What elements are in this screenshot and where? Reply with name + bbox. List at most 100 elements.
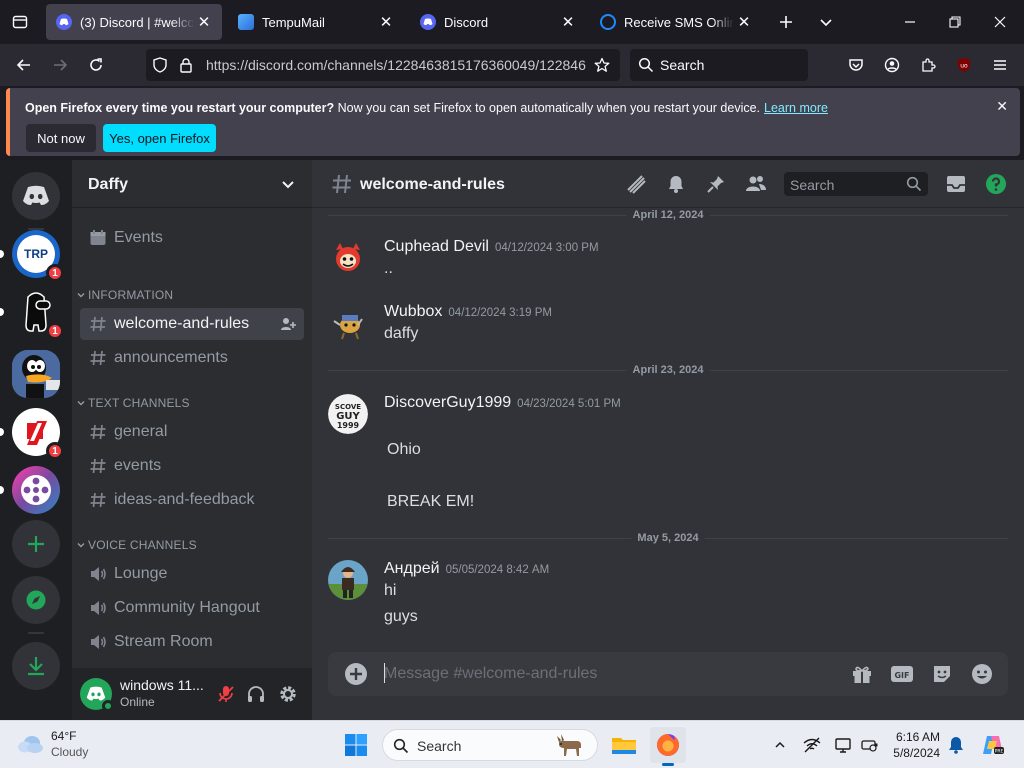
ublock-icon[interactable]: uo bbox=[952, 53, 976, 77]
minimize-window-icon[interactable] bbox=[898, 10, 922, 34]
message-composer[interactable]: Message #welcome-and-rules GIF bbox=[328, 652, 1008, 696]
reload-icon[interactable] bbox=[84, 53, 108, 77]
explore-servers-button[interactable] bbox=[12, 576, 60, 624]
notification-bell-icon[interactable] bbox=[946, 735, 966, 755]
avatar[interactable] bbox=[328, 303, 368, 343]
channel-sidebar: Daffy Events INFORMATION welcome-and-rul… bbox=[72, 160, 312, 720]
close-tab-icon[interactable]: ✕ bbox=[558, 12, 578, 32]
copilot-icon[interactable]: PRE bbox=[980, 732, 1006, 758]
channel-announcements[interactable]: announcements bbox=[80, 342, 304, 374]
avatar[interactable] bbox=[80, 678, 114, 712]
taskbar-search-input[interactable]: Search bbox=[382, 729, 598, 761]
server-red[interactable]: 1 bbox=[0, 408, 64, 460]
back-icon[interactable] bbox=[12, 53, 36, 77]
lock-icon[interactable] bbox=[178, 57, 194, 73]
browser-search-bar[interactable]: Search bbox=[630, 49, 808, 81]
chat-search-input[interactable]: Search bbox=[784, 172, 928, 196]
download-apps-button[interactable] bbox=[12, 642, 60, 690]
category-information[interactable]: INFORMATION bbox=[76, 288, 173, 302]
browser-tab-discord-welcome[interactable]: (3) Discord | #welcome-and-rules | Daffy… bbox=[46, 4, 222, 40]
author-name[interactable]: Cuphead Devil bbox=[384, 238, 489, 255]
create-invite-icon[interactable] bbox=[280, 316, 296, 332]
author-name[interactable]: DiscoverGuy1999 bbox=[384, 394, 511, 411]
help-icon[interactable] bbox=[984, 172, 1008, 196]
network-offline-icon[interactable] bbox=[802, 735, 822, 755]
emoji-icon[interactable] bbox=[970, 662, 994, 686]
learn-more-link[interactable]: Learn more bbox=[764, 101, 828, 115]
voice-channel-stream-room[interactable]: Stream Room bbox=[80, 626, 304, 658]
sticker-icon[interactable] bbox=[930, 662, 954, 686]
channel-events[interactable]: events bbox=[80, 450, 304, 482]
weather-widget[interactable]: 64°F Cloudy bbox=[14, 729, 104, 761]
account-icon[interactable] bbox=[880, 53, 904, 77]
avatar[interactable] bbox=[328, 238, 368, 278]
author-name[interactable]: Wubbox bbox=[384, 303, 442, 320]
message-author[interactable]: DiscoverGuy1999 04/23/2024 5:01 PM bbox=[384, 394, 621, 412]
file-explorer-icon[interactable] bbox=[606, 727, 642, 763]
category-voice-channels[interactable]: VOICE CHANNELS bbox=[76, 538, 197, 552]
gear-icon[interactable] bbox=[276, 682, 300, 706]
chevron-down-icon[interactable] bbox=[814, 10, 838, 34]
server-trp[interactable]: TRP 1 bbox=[0, 230, 64, 282]
message-author[interactable]: Wubbox 04/12/2024 3:19 PM bbox=[384, 303, 552, 321]
not-now-button[interactable]: Not now bbox=[26, 124, 96, 152]
avatar[interactable]: SCOVE GUY 1999 bbox=[328, 394, 368, 434]
shield-icon[interactable] bbox=[152, 57, 168, 73]
server-film[interactable] bbox=[0, 466, 60, 514]
pin-icon[interactable] bbox=[704, 172, 728, 196]
guild-header[interactable]: Daffy bbox=[72, 160, 312, 208]
close-icon[interactable]: ✕ bbox=[996, 98, 1008, 115]
upload-plus-icon[interactable] bbox=[344, 662, 368, 686]
server-daffy[interactable] bbox=[12, 350, 60, 398]
new-tab-icon[interactable] bbox=[774, 10, 798, 34]
close-window-icon[interactable] bbox=[988, 10, 1012, 34]
notification-bell-icon[interactable] bbox=[664, 172, 688, 196]
message-author[interactable]: Cuphead Devil 04/12/2024 3:00 PM bbox=[384, 238, 599, 256]
threads-icon[interactable] bbox=[624, 172, 648, 196]
voice-channel-lounge[interactable]: Lounge bbox=[80, 558, 304, 590]
close-tab-icon[interactable]: ✕ bbox=[194, 12, 214, 32]
add-server-button[interactable] bbox=[12, 520, 60, 568]
discord-logo-icon bbox=[22, 185, 50, 207]
events-item[interactable]: Events bbox=[80, 222, 304, 254]
pocket-icon[interactable] bbox=[844, 53, 868, 77]
display-icon[interactable] bbox=[834, 735, 854, 755]
search-placeholder: Search bbox=[660, 57, 705, 73]
gift-icon[interactable] bbox=[850, 662, 874, 686]
voice-channel-community-hangout[interactable]: Community Hangout bbox=[80, 592, 304, 624]
bookmark-star-icon[interactable] bbox=[594, 57, 610, 73]
close-tab-icon[interactable]: ✕ bbox=[376, 12, 396, 32]
mute-microphone-icon[interactable] bbox=[214, 682, 238, 706]
close-tab-icon[interactable]: ✕ bbox=[734, 12, 754, 32]
menu-icon[interactable] bbox=[988, 53, 1012, 77]
channel-welcome-and-rules[interactable]: welcome-and-rules bbox=[80, 308, 304, 340]
category-text-channels[interactable]: TEXT CHANNELS bbox=[76, 396, 190, 410]
browser-tab-tempumail[interactable]: TempuMail ✕ bbox=[228, 4, 404, 40]
inbox-icon[interactable] bbox=[944, 172, 968, 196]
date-label: April 12, 2024 bbox=[626, 209, 710, 221]
author-name[interactable]: Андрей bbox=[384, 560, 440, 577]
channel-ideas-and-feedback[interactable]: ideas-and-feedback bbox=[80, 484, 304, 516]
chevron-up-icon[interactable] bbox=[770, 735, 790, 755]
open-firefox-button[interactable]: Yes, open Firefox bbox=[103, 124, 216, 152]
gif-icon[interactable]: GIF bbox=[890, 662, 914, 686]
message-input[interactable]: Message #welcome-and-rules bbox=[384, 665, 597, 683]
firefox-taskbar-icon[interactable] bbox=[650, 727, 686, 766]
clock[interactable]: 6:16 AM 5/8/2024 bbox=[888, 729, 940, 761]
battery-icon[interactable] bbox=[860, 735, 880, 755]
headphones-icon[interactable] bbox=[244, 682, 268, 706]
forward-icon[interactable] bbox=[48, 53, 72, 77]
message-author[interactable]: Андрей 05/05/2024 8:42 AM bbox=[384, 560, 549, 578]
url-bar[interactable]: https://discord.com/channels/12284638151… bbox=[146, 49, 620, 81]
direct-messages-button[interactable] bbox=[12, 172, 60, 220]
tab-list-icon[interactable] bbox=[8, 10, 32, 34]
extensions-icon[interactable] bbox=[916, 53, 940, 77]
member-list-icon[interactable] bbox=[744, 172, 768, 196]
windows-start-icon[interactable] bbox=[338, 727, 374, 763]
server-among-us[interactable]: 1 bbox=[0, 288, 64, 340]
browser-tab-discord[interactable]: Discord ✕ bbox=[410, 4, 586, 40]
avatar[interactable] bbox=[328, 560, 368, 600]
channel-general[interactable]: general bbox=[80, 416, 304, 448]
browser-tab-sms[interactable]: Receive SMS Online - SMS ✕ bbox=[590, 4, 762, 40]
restore-window-icon[interactable] bbox=[943, 10, 967, 34]
